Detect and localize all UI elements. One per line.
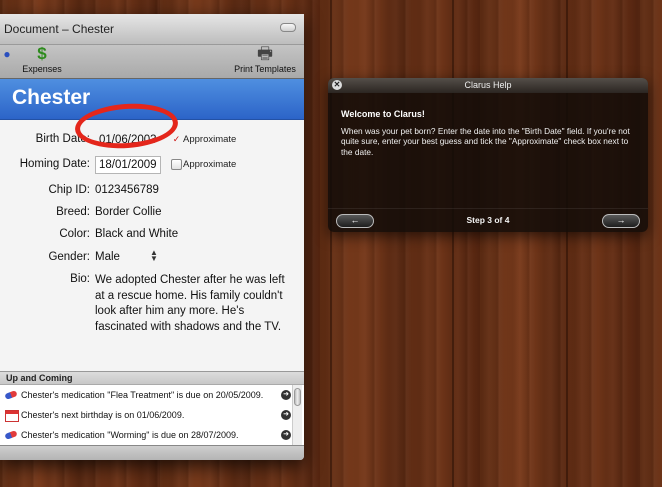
go-arrow-icon[interactable]: ➜ [281,430,291,440]
window-title: Document – Chester [4,22,115,36]
breed-value[interactable]: Border Collie [95,206,161,218]
toolbar-left-button[interactable]: ● [0,45,18,78]
upcoming-scrollbar[interactable] [292,385,302,445]
money-bag-icon: $ [37,44,47,63]
wood-board-seam [330,0,332,487]
birth-approximate-label: Approximate [183,134,237,145]
gender-select[interactable]: Male [95,251,120,263]
print-templates-button[interactable]: 🖶 Print Templates [232,44,298,78]
window-titlebar[interactable]: Document – Chester [0,14,304,45]
color-label: Color: [59,228,90,240]
go-arrow-icon[interactable]: ➜ [281,390,291,400]
breed-label: Breed: [56,206,90,218]
help-step-indicator: Step 3 of 4 [466,215,510,225]
next-step-button[interactable]: → [602,214,640,228]
upcoming-header: Up and Coming [0,371,304,385]
upcoming-item-text: Chester's medication "Flea Treatment" is… [21,390,264,400]
expenses-button[interactable]: $ Expenses [22,44,62,78]
chip-id-label: Chip ID: [48,184,90,196]
help-body: When was your pet born? Enter the date i… [341,126,630,157]
go-arrow-icon[interactable]: ➜ [281,410,291,420]
list-item[interactable]: Chester's next birthday is on 01/06/2009… [0,405,304,425]
help-title: Clarus Help [464,80,512,90]
document-window: Document – Chester ● $ Expenses 🖶 Print … [0,14,304,460]
gender-select-arrows-icon[interactable]: ▲ ▼ [150,249,158,263]
window-bottom-bar [0,445,304,460]
homing-approximate-label: Approximate [183,159,237,170]
pill-icon [4,430,18,440]
wood-board-seam [566,0,568,487]
toolbar-toggle-button[interactable] [280,23,296,32]
printer-icon: 🖶 [256,44,274,63]
homing-date-field[interactable]: 18/01/2009 [95,156,161,174]
pet-name-title: Chester [12,86,91,109]
scrollbar-thumb[interactable] [294,388,301,406]
calendar-icon [5,410,19,422]
homing-date-label: Homing Date: [19,158,90,170]
color-value[interactable]: Black and White [95,228,178,240]
upcoming-item-text: Chester's next birthday is on 01/06/2009… [21,410,185,420]
bio-textarea[interactable]: We adopted Chester after he was left at … [95,273,295,335]
wood-board-seam [452,0,454,487]
help-heading: Welcome to Clarus! [341,109,425,119]
list-item[interactable]: Chester's medication "Worming" is due on… [0,425,304,445]
pill-icon [4,390,18,400]
upcoming-list: Chester's medication "Flea Treatment" is… [0,385,304,445]
help-divider [328,208,648,209]
homing-approximate-checkbox[interactable] [171,159,182,170]
gender-label: Gender: [48,251,90,263]
list-item[interactable]: Chester's medication "Flea Treatment" is… [0,385,304,405]
help-panel: ✕ Clarus Help Welcome to Clarus! When wa… [328,78,648,232]
upcoming-item-text: Chester's medication "Worming" is due on… [21,430,239,440]
action-icon: ● [3,47,11,61]
print-templates-label: Print Templates [234,64,296,74]
help-titlebar[interactable]: ✕ Clarus Help [328,78,648,93]
expenses-label: Expenses [22,64,62,74]
toolbar: ● $ Expenses 🖶 Print Templates [0,44,304,79]
bio-label: Bio: [70,273,90,285]
chip-id-value[interactable]: 0123456789 [95,184,159,196]
birth-approximate-checkbox[interactable]: ✓ [171,134,182,145]
